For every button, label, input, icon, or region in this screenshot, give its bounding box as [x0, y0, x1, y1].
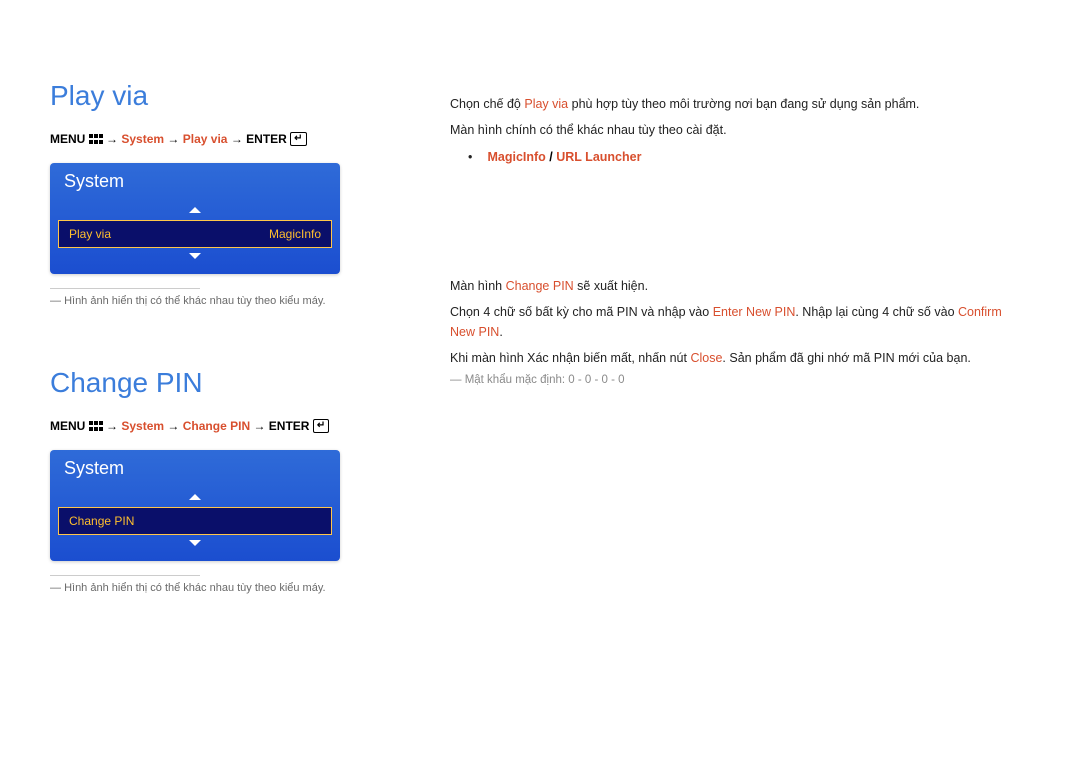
- osd-title: System: [50, 450, 340, 489]
- osd-down-row[interactable]: [50, 248, 340, 266]
- enter-label: ENTER: [269, 419, 310, 433]
- bc-item: Play via: [183, 132, 228, 146]
- arrow: →: [231, 132, 243, 146]
- bc-item: Change PIN: [183, 419, 250, 433]
- section-play-via-right: Chọn chế độ Play via phù hợp tùy theo mô…: [450, 94, 1030, 164]
- breadcrumb-play-via: MENU → System → Play via → ENTER ↵: [50, 132, 450, 147]
- enter-icon: ↵: [290, 132, 306, 146]
- option-magicinfo: MagicInfo: [487, 150, 545, 164]
- para-change-pin-1: Màn hình Change PIN sẽ xuất hiện.: [450, 276, 1030, 296]
- section-change-pin-left: Change PIN MENU → System → Change PIN → …: [50, 367, 450, 594]
- menu-icon: [89, 134, 103, 144]
- chevron-down-icon: [189, 540, 201, 546]
- option-url-launcher: URL Launcher: [556, 150, 641, 164]
- chevron-up-icon: [189, 207, 201, 213]
- menu-label: MENU: [50, 132, 85, 146]
- section-change-pin-right: Màn hình Change PIN sẽ xuất hiện. Chọn 4…: [450, 276, 1030, 386]
- bullet-play-via-options: • MagicInfo / URL Launcher: [468, 150, 1030, 164]
- left-column: Play via MENU → System → Play via → ENTE…: [50, 80, 450, 654]
- osd-down-row[interactable]: [50, 535, 340, 553]
- osd-up-row[interactable]: [50, 489, 340, 507]
- osd-selected-row[interactable]: Play via MagicInfo: [58, 220, 332, 248]
- enter-icon: ↵: [313, 419, 329, 433]
- arrow: →: [106, 132, 118, 146]
- para-change-pin-2: Chọn 4 chữ số bất kỳ cho mã PIN và nhập …: [450, 302, 1030, 342]
- menu-label: MENU: [50, 419, 85, 433]
- divider: [50, 288, 200, 289]
- arrow: →: [167, 132, 179, 146]
- arrow: →: [167, 419, 179, 433]
- arrow: →: [253, 419, 265, 433]
- arrow: →: [106, 419, 118, 433]
- section-play-via-left: Play via MENU → System → Play via → ENTE…: [50, 80, 450, 307]
- osd-play-via: System Play via MagicInfo: [50, 163, 340, 274]
- osd-up-row[interactable]: [50, 202, 340, 220]
- bc-system: System: [121, 132, 164, 146]
- footnote-play-via: ― Hình ảnh hiển thị có thể khác nhau tùy…: [50, 295, 450, 307]
- chevron-down-icon: [189, 253, 201, 259]
- enter-label: ENTER: [246, 132, 287, 146]
- bc-system: System: [121, 419, 164, 433]
- para-play-via-2: Màn hình chính có thể khác nhau tùy theo…: [450, 120, 1030, 140]
- right-column: Chọn chế độ Play via phù hợp tùy theo mô…: [450, 80, 1030, 654]
- default-password-note: ― Mật khẩu mặc định: 0 - 0 - 0 - 0: [450, 374, 1030, 386]
- osd-change-pin: System Change PIN: [50, 450, 340, 561]
- para-change-pin-3: Khi màn hình Xác nhận biến mất, nhấn nút…: [450, 348, 1030, 368]
- bullet-dot: •: [468, 150, 484, 164]
- para-play-via-1: Chọn chế độ Play via phù hợp tùy theo mô…: [450, 94, 1030, 114]
- divider: [50, 575, 200, 576]
- osd-title: System: [50, 163, 340, 202]
- osd-selected-row[interactable]: Change PIN: [58, 507, 332, 535]
- heading-change-pin: Change PIN: [50, 367, 450, 399]
- osd-sel-label: Change PIN: [69, 514, 134, 528]
- breadcrumb-change-pin: MENU → System → Change PIN → ENTER ↵: [50, 419, 450, 434]
- footnote-change-pin: ― Hình ảnh hiển thị có thể khác nhau tùy…: [50, 582, 450, 594]
- menu-icon: [89, 421, 103, 431]
- chevron-up-icon: [189, 494, 201, 500]
- osd-sel-label: Play via: [69, 227, 111, 241]
- osd-sel-value: MagicInfo: [269, 227, 321, 241]
- manual-page: Play via MENU → System → Play via → ENTE…: [0, 0, 1080, 694]
- heading-play-via: Play via: [50, 80, 450, 112]
